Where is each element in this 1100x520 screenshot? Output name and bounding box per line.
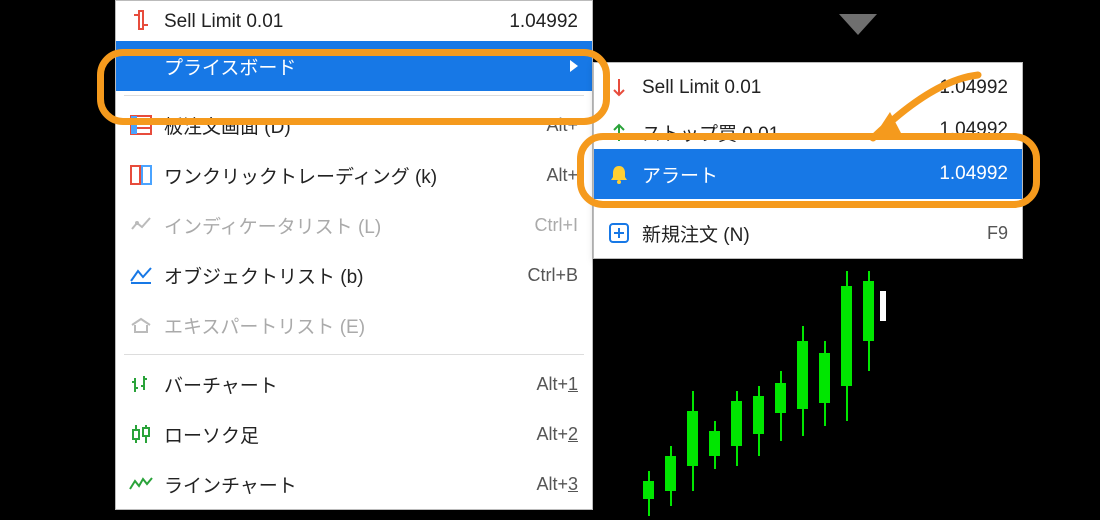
sell-limit-value: 1.04992 (509, 11, 578, 33)
menu-separator (124, 354, 584, 355)
menu-item-bar-chart[interactable]: バーチャート Alt+1 (116, 359, 592, 409)
new-order-label: 新規注文 (N) (634, 220, 987, 247)
line-chart-icon (126, 471, 156, 497)
sell-arrow-icon (604, 75, 634, 101)
blank-icon (126, 53, 156, 79)
stop-buy-value: 1.04992 (939, 119, 1008, 141)
oneclick-icon (126, 162, 156, 188)
alert-value: 1.04992 (939, 163, 1008, 185)
menu-item-priceboard[interactable]: プライスボード (116, 41, 592, 91)
line-chart-shortcut: Alt+3 (536, 474, 578, 495)
submenu-item-alert[interactable]: アラート 1.04992 (594, 149, 1022, 199)
menu-separator (602, 203, 1014, 204)
priceboard-label: プライスボード (156, 53, 570, 80)
bell-icon (604, 161, 634, 187)
context-submenu-right: Sell Limit 0.01 1.04992 ストップ買 0.01 1.049… (593, 62, 1023, 259)
menu-item-line-chart[interactable]: ラインチャート Alt+3 (116, 459, 592, 509)
menu-item-sell-limit[interactable]: Sell Limit 0.01 1.04992 (116, 1, 592, 41)
menu-item-expert-list: エキスパートリスト (E) (116, 300, 592, 350)
candlestick-icon (126, 421, 156, 447)
expert-label: エキスパートリスト (E) (156, 312, 578, 339)
line-chart-label: ラインチャート (156, 471, 536, 498)
oneclick-shortcut: Alt+ (546, 165, 578, 186)
object-icon (126, 262, 156, 288)
alert-label: アラート (634, 161, 939, 188)
depth-shortcut: Alt+ (546, 115, 578, 136)
submenu-item-stop-buy[interactable]: ストップ買 0.01 1.04992 (594, 113, 1022, 149)
menu-item-candlestick[interactable]: ローソク足 Alt+2 (116, 409, 592, 459)
bar-chart-icon (126, 371, 156, 397)
menu-item-depth[interactable]: 板注文画面 (D) Alt+ (116, 100, 592, 150)
indicator-icon (126, 212, 156, 238)
context-menu-left: Sell Limit 0.01 1.04992 プライスボード 板注文画面 (D… (115, 0, 593, 510)
sell-limit-value: 1.04992 (939, 77, 1008, 99)
object-shortcut: Ctrl+B (527, 265, 578, 286)
object-label: オブジェクトリスト (b) (156, 262, 527, 289)
candlestick-chart (593, 271, 1023, 520)
bar-chart-shortcut: Alt+1 (536, 374, 578, 395)
indicator-label: インディケータリスト (L) (156, 212, 534, 239)
submenu-item-new-order[interactable]: 新規注文 (N) F9 (594, 208, 1022, 258)
candlestick-shortcut: Alt+2 (536, 424, 578, 445)
expert-icon (126, 312, 156, 338)
menu-item-oneclick[interactable]: ワンクリックトレーディング (k) Alt+ (116, 150, 592, 200)
sell-limit-label: Sell Limit 0.01 (634, 77, 939, 99)
candlestick-label: ローソク足 (156, 421, 536, 448)
menu-item-indicator-list: インディケータリスト (L) Ctrl+I (116, 200, 592, 250)
submenu-item-sell-limit[interactable]: Sell Limit 0.01 1.04992 (594, 63, 1022, 113)
new-order-icon (604, 220, 634, 246)
oneclick-label: ワンクリックトレーディング (k) (156, 162, 546, 189)
sell-limit-label: Sell Limit 0.01 (156, 11, 509, 33)
indicator-shortcut: Ctrl+I (534, 215, 578, 236)
bar-chart-label: バーチャート (156, 371, 536, 398)
submenu-arrow-icon (570, 60, 578, 72)
cursor-pointer-icon (839, 14, 877, 35)
menu-separator (124, 95, 584, 96)
buy-arrow-icon (604, 119, 634, 145)
depth-label: 板注文画面 (D) (156, 112, 546, 139)
menu-item-object-list[interactable]: オブジェクトリスト (b) Ctrl+B (116, 250, 592, 300)
depth-icon (126, 112, 156, 138)
sell-limit-icon (126, 7, 156, 33)
stop-buy-label: ストップ買 0.01 (634, 119, 939, 146)
new-order-shortcut: F9 (987, 223, 1008, 244)
